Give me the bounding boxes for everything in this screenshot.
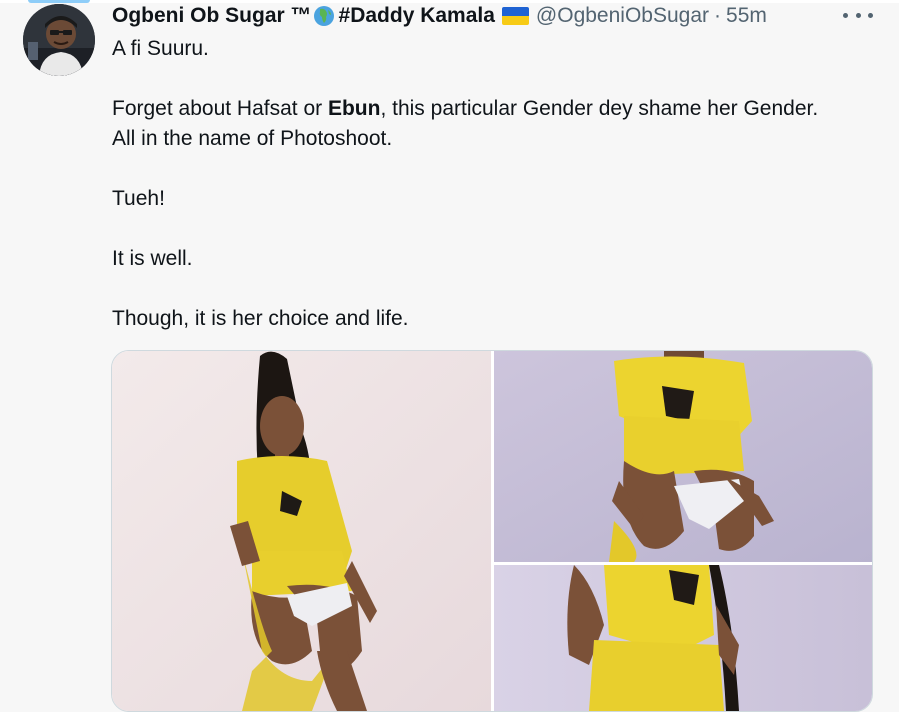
tweet-line: A fi Suuru. [112, 37, 209, 60]
tweet-media-grid [111, 350, 873, 712]
tweet-line: It is well. [112, 247, 193, 270]
globe-africa-icon [313, 5, 335, 27]
display-name[interactable]: Ogbeni Ob Sugar ™ [112, 4, 312, 28]
tweet-line-prefix: Forget about Hafsat or [112, 97, 328, 120]
tweet-header: Ogbeni Ob Sugar ™ #Daddy Kamala @OgbeniO… [112, 2, 767, 30]
photo-woman-yellow-outfit-standing[interactable] [494, 565, 872, 711]
ukraine-flag-icon [501, 7, 529, 25]
hashtag-in-name[interactable]: #Daddy Kamala [339, 4, 495, 28]
tweet-timestamp[interactable]: 55m [726, 4, 767, 28]
tweet-line-bold: Ebun [327, 97, 381, 120]
tweet-line: All in the name of Photoshoot. [112, 127, 393, 150]
separator-dot: · [714, 4, 722, 27]
more-options-icon[interactable] [843, 5, 873, 25]
tweet-line: Forget about Hafsat or Ebun, this partic… [112, 94, 872, 124]
tweet-text: A fi Suuru. Forget about Hafsat or Ebun,… [112, 34, 872, 364]
tweet-line: Though, it is her choice and life. [112, 307, 409, 330]
tweet-line: Tueh! [112, 187, 165, 210]
avatar[interactable] [23, 4, 95, 76]
photo-woman-yellow-outfit-seated[interactable] [112, 351, 491, 711]
user-handle[interactable]: @OgbeniObSugar [536, 4, 709, 28]
tweet-line-suffix: , this particular Gender dey shame her G… [380, 97, 819, 120]
photo-woman-yellow-outfit-closeup[interactable] [494, 351, 872, 562]
tweet[interactable]: Ogbeni Ob Sugar ™ #Daddy Kamala @OgbeniO… [0, 0, 899, 712]
